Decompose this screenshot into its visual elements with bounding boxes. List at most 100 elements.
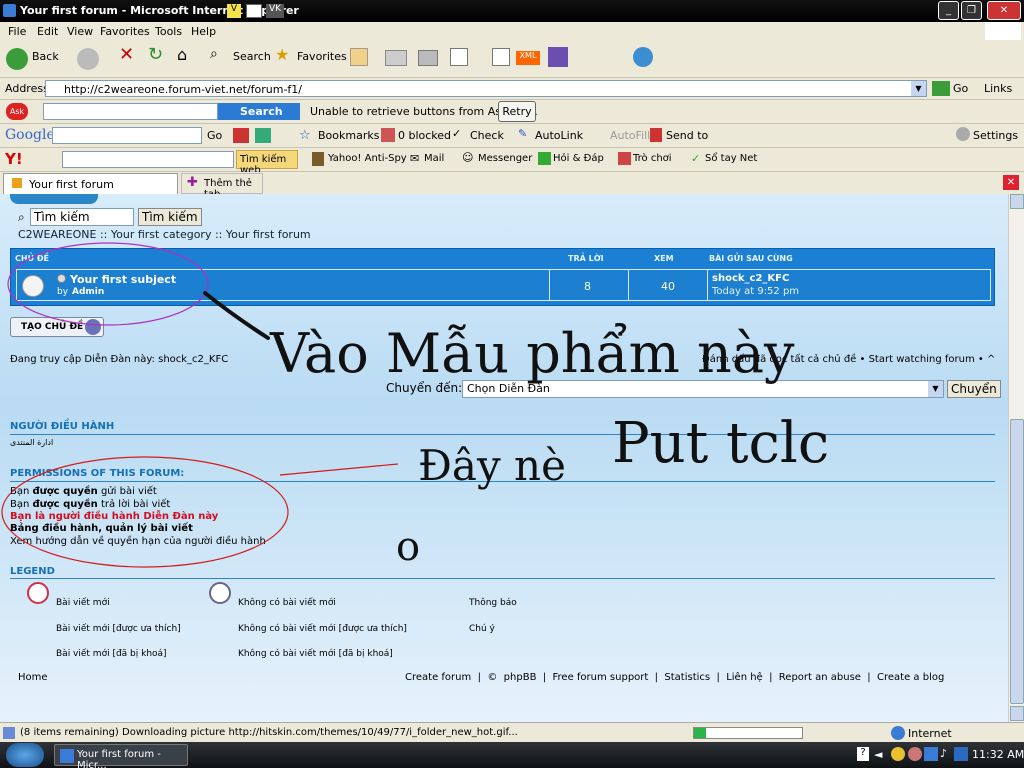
breadcrumb[interactable]: C2WEAREONE :: Your first category :: You…: [18, 228, 311, 241]
antispy-icon: [312, 152, 324, 166]
research-icon[interactable]: [548, 47, 568, 67]
edit-icon[interactable]: [450, 48, 468, 66]
bookmarks-button[interactable]: Bookmarks: [318, 129, 379, 142]
close-button[interactable]: ✕: [987, 1, 1021, 20]
legend-item: Bài viết mới: [56, 598, 110, 608]
topic-author[interactable]: Admin: [72, 287, 104, 297]
scroll-down-arrow[interactable]: [1010, 706, 1024, 721]
zone-label: Internet: [908, 727, 952, 740]
scroll-thumb[interactable]: [1010, 419, 1024, 704]
address-dropdown-icon[interactable]: ▼: [911, 81, 926, 96]
print-icon[interactable]: [418, 50, 438, 66]
home-icon[interactable]: ⌂: [177, 45, 187, 64]
footer-links[interactable]: Create forum | © phpBB | Free forum supp…: [405, 672, 944, 683]
moderators-value[interactable]: ادارة المنتدى: [10, 438, 53, 447]
plus-icon: ✚: [187, 175, 198, 190]
links-button[interactable]: Links: [984, 82, 1012, 95]
history-icon[interactable]: [350, 48, 368, 66]
search-icon[interactable]: ⌕: [210, 46, 218, 62]
address-input[interactable]: http://c2weareone.forum-viet.net/forum-f…: [45, 80, 927, 97]
blocked-count[interactable]: 0 blocked: [398, 129, 451, 142]
maximize-button[interactable]: ❐: [961, 1, 982, 20]
network-tray-icon[interactable]: [924, 747, 938, 761]
xml-icon[interactable]: XML: [516, 51, 540, 65]
footer-home[interactable]: Home: [18, 672, 48, 683]
stop-icon[interactable]: ✕: [119, 44, 134, 65]
page-loading-icon: [3, 727, 15, 739]
table-row[interactable]: Your first subject by Admin 8 40 shock_c…: [16, 269, 991, 301]
volume-tray-icon[interactable]: ♪: [940, 747, 947, 760]
sotay-button[interactable]: Sổ tay Net: [705, 153, 757, 164]
tab-your-first-forum[interactable]: Your first forum: [3, 173, 178, 194]
ask-search-input[interactable]: [43, 103, 218, 120]
google-icon-2[interactable]: [255, 128, 271, 143]
messenger-icon[interactable]: [633, 47, 653, 67]
favorites-button[interactable]: Favorites: [297, 50, 347, 63]
menu-edit[interactable]: Edit: [37, 25, 58, 38]
settings-button[interactable]: Settings: [973, 129, 1018, 142]
yahoo-search-input[interactable]: [62, 151, 234, 168]
clock[interactable]: 11:32 AM: [972, 748, 1024, 761]
menu-file[interactable]: File: [8, 25, 26, 38]
back-icon[interactable]: [6, 48, 28, 70]
go-button[interactable]: Go: [953, 82, 968, 95]
vertical-scrollbar[interactable]: [1008, 194, 1024, 722]
jump-dropdown-icon[interactable]: ▼: [928, 381, 943, 397]
google-icon-1[interactable]: [233, 128, 249, 143]
new-tab-button[interactable]: ✚ Thêm thẻ tab: [181, 173, 263, 200]
minimize-button[interactable]: _: [938, 1, 959, 20]
start-button[interactable]: [6, 743, 44, 767]
arrow-tray-icon[interactable]: ◄: [874, 748, 882, 761]
autofill-button[interactable]: AutoFill: [610, 129, 650, 142]
col-views: XEM: [654, 254, 674, 263]
taskbar-item-ie[interactable]: Your first forum - Micr...: [54, 744, 188, 768]
menu-help[interactable]: Help: [191, 25, 216, 38]
moderator-guide-link[interactable]: Xem hướng dẫn về quyền hạn của người điề…: [10, 536, 266, 547]
topic-title[interactable]: Your first subject: [70, 273, 176, 286]
hoidap-button[interactable]: Hỏi & Đáp: [553, 153, 604, 164]
google-search-input[interactable]: [52, 127, 202, 144]
sendto-button[interactable]: Send to: [666, 129, 708, 142]
tray-icon-3[interactable]: [954, 747, 968, 761]
menu-view[interactable]: View: [67, 25, 93, 38]
help-tray-icon[interactable]: ?: [857, 747, 869, 761]
go-arrow-icon[interactable]: [932, 81, 950, 96]
scroll-up-arrow[interactable]: [1010, 194, 1024, 209]
legend-item: Thông báo: [469, 598, 517, 608]
google-go-button[interactable]: Go: [207, 129, 222, 142]
forward-icon[interactable]: [77, 48, 99, 70]
tray-icon-2[interactable]: [908, 747, 922, 761]
taskbar: Your first forum - Micr... ? ◄ ♪ 11:32 A…: [0, 742, 1024, 768]
search-button[interactable]: Search: [233, 50, 271, 63]
jump-select[interactable]: Chọn Diễn Đàn ▼: [462, 380, 944, 398]
yahoo-search-button[interactable]: Tìm kiếm web: [236, 150, 298, 176]
yahoo-messenger-button[interactable]: Messenger: [478, 153, 532, 164]
menu-favorites[interactable]: Favorites: [100, 25, 150, 38]
page-content: Tìm kiếm ⌕ Tìm kiếm C2WEAREONE :: Your f…: [0, 194, 1008, 722]
refresh-icon[interactable]: ↻: [148, 44, 163, 65]
smiley-tray-icon[interactable]: [891, 747, 905, 761]
last-post-user[interactable]: shock_c2_KFC: [712, 273, 789, 284]
menu-tools[interactable]: Tools: [155, 25, 182, 38]
trochoi-button[interactable]: Trò chơi: [633, 153, 672, 164]
discuss-icon[interactable]: [492, 48, 510, 66]
forum-search-input[interactable]: Tìm kiếm: [30, 208, 134, 226]
mail-icon[interactable]: [385, 50, 407, 66]
forum-actions[interactable]: Đánh dấu đã đọc tất cả chủ đề • Start wa…: [702, 354, 995, 365]
close-tab-icon[interactable]: ✕: [1003, 175, 1019, 190]
autolink-button[interactable]: AutoLink: [535, 129, 583, 142]
favorites-icon[interactable]: ★: [275, 45, 289, 64]
legend-item: Bài viết mới [được ưa thích]: [56, 624, 181, 634]
ask-search-button[interactable]: Search: [218, 103, 300, 120]
forum-search-button[interactable]: Tìm kiếm: [138, 208, 202, 226]
sendto-icon: [650, 128, 662, 142]
retry-button[interactable]: Retry: [498, 101, 536, 122]
tray-badge-v: V: [227, 4, 241, 18]
yahoo-mail-button[interactable]: Mail: [424, 153, 444, 164]
back-button[interactable]: Back: [32, 50, 59, 63]
new-topic-button[interactable]: TẠO CHỦ ĐỀ: [10, 317, 104, 337]
check-button[interactable]: Check: [470, 129, 504, 142]
moderator-panel-link[interactable]: Bảng điều hành, quản lý bài viết: [10, 523, 193, 534]
jump-button[interactable]: Chuyển: [947, 380, 1001, 398]
antispy-button[interactable]: Yahoo! Anti-Spy: [328, 153, 407, 164]
